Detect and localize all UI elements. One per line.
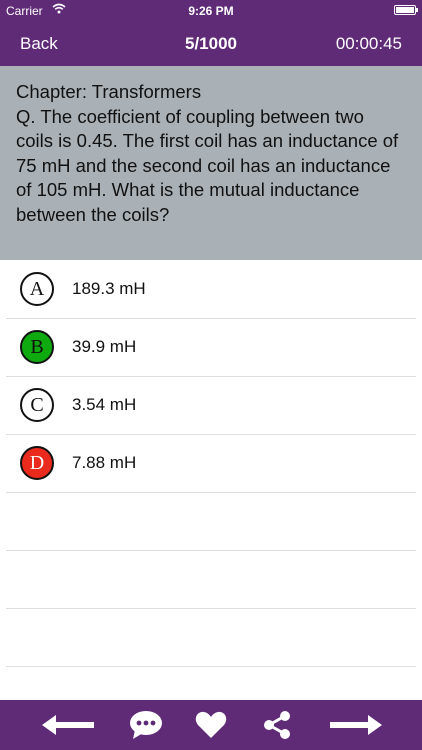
quiz-timer: 00:00:45 <box>335 34 402 53</box>
chapter-title: Chapter: Transformers <box>16 81 202 102</box>
answer-list: A 189.3 mH B 39.9 mH C 3.54 mH D 7.88 mH <box>0 261 422 725</box>
arrow-left-icon[interactable] <box>40 710 96 740</box>
status-bar: Carrier 9:26 PM <box>0 0 422 22</box>
option-b-badge: B <box>20 330 54 364</box>
option-b-text: 39.9 mH <box>72 337 137 356</box>
answer-option-c[interactable]: C 3.54 mH <box>6 377 416 435</box>
option-a-text: 189.3 mH <box>72 279 146 298</box>
status-time: 9:26 PM <box>188 4 234 18</box>
question-panel: Chapter: Transformers Q. The coefficient… <box>0 66 422 260</box>
empty-row <box>6 493 416 551</box>
nav-bar: Back 5/1000 00:00:45 <box>0 22 422 66</box>
bottom-toolbar <box>0 700 422 750</box>
answer-option-b[interactable]: B 39.9 mH <box>6 319 416 377</box>
header: Carrier 9:26 PM Back 5/1000 00:00:45 <box>0 0 422 66</box>
answer-option-d[interactable]: D 7.88 mH <box>6 435 416 493</box>
answer-option-a[interactable]: A 189.3 mH <box>6 261 416 319</box>
option-d-text: 7.88 mH <box>72 453 137 472</box>
empty-row <box>6 551 416 609</box>
share-icon[interactable] <box>262 710 292 740</box>
option-c-badge: C <box>20 388 54 422</box>
option-d-badge: D <box>20 446 54 480</box>
question-text: Q. The coefficient of coupling between t… <box>16 105 399 225</box>
battery-icon <box>394 5 418 15</box>
empty-row <box>6 609 416 667</box>
comment-icon[interactable] <box>128 710 164 740</box>
option-c-text: 3.54 mH <box>72 395 137 414</box>
heart-icon[interactable] <box>194 710 228 740</box>
option-a-badge: A <box>20 272 54 306</box>
arrow-right-icon[interactable] <box>328 710 384 740</box>
